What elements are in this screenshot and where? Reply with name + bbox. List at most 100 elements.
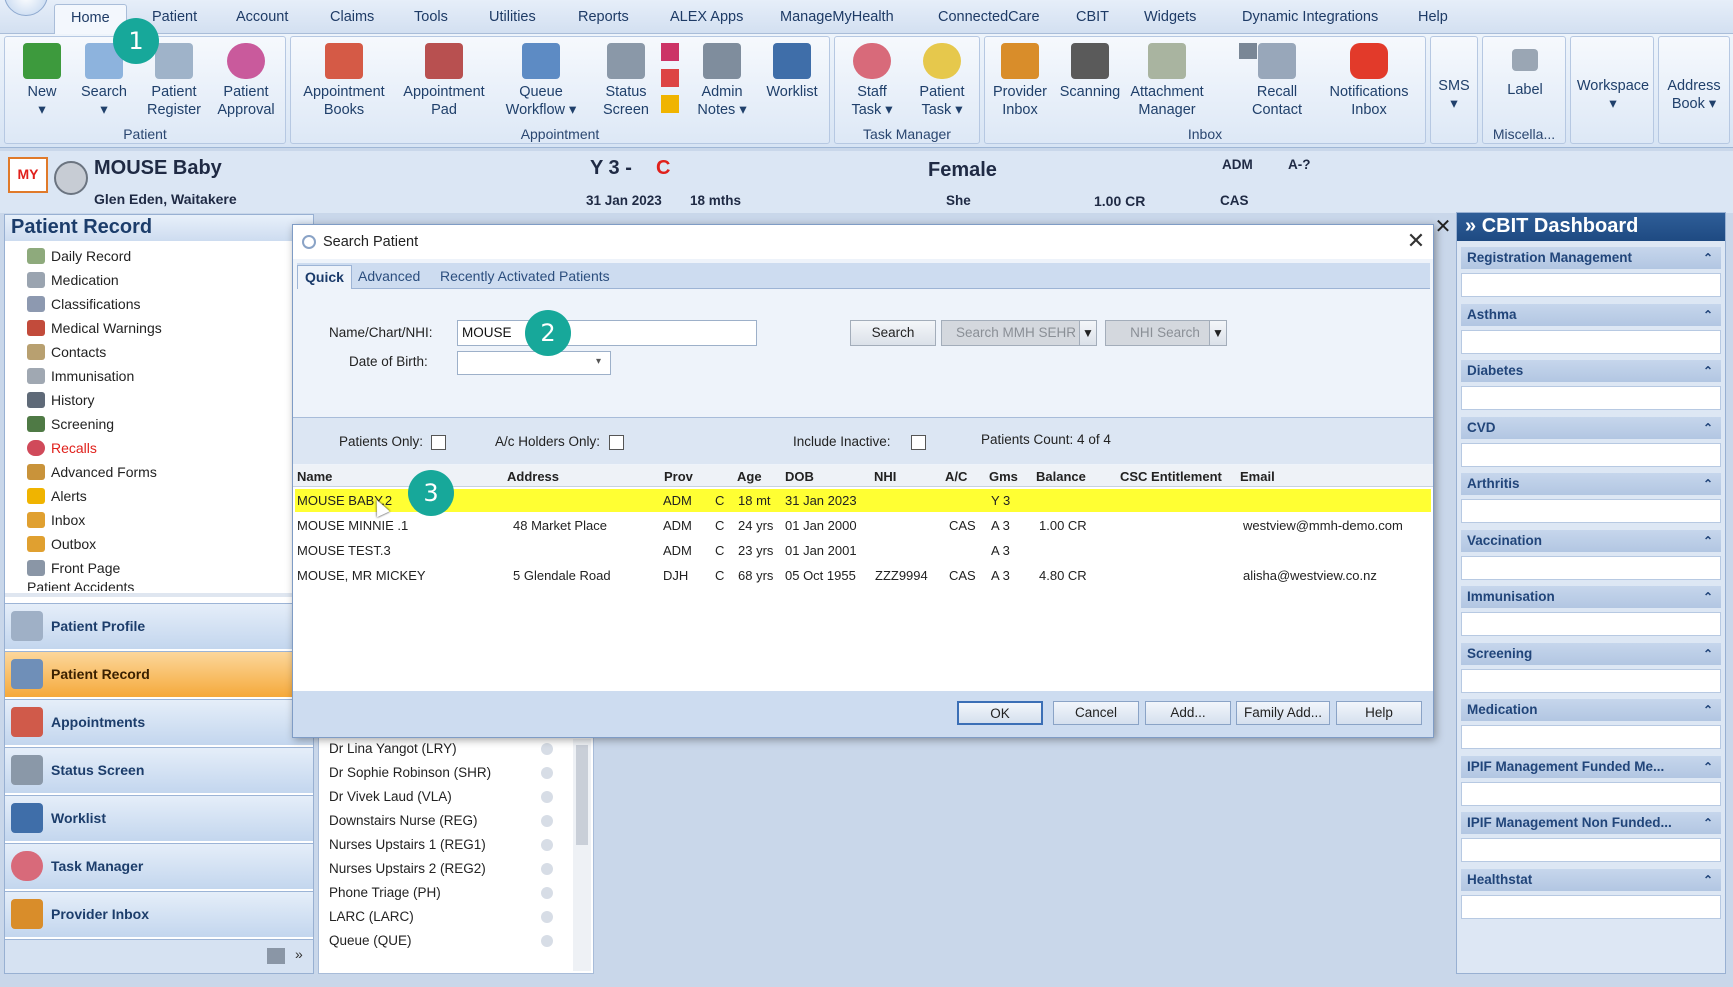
- menu-tab-claims[interactable]: Claims: [324, 4, 380, 34]
- list-item[interactable]: Nurses Upstairs 2 (REG2): [329, 857, 486, 881]
- new-button[interactable]: New ▾: [7, 41, 77, 125]
- row-toggle-icon[interactable]: [541, 791, 553, 803]
- ac-holders-only-checkbox[interactable]: [609, 435, 624, 450]
- small-grid-icon[interactable]: [661, 69, 679, 87]
- notifications-inbox-button[interactable]: Notifications Inbox: [1319, 41, 1419, 125]
- chevron-down-icon[interactable]: ▾: [596, 356, 601, 367]
- family-add-button[interactable]: Family Add...: [1236, 701, 1330, 725]
- collapse-chevron-icon[interactable]: ⌃: [1703, 360, 1713, 382]
- dialog-close-icon[interactable]: ✕: [1403, 229, 1429, 255]
- list-item[interactable]: Phone Triage (PH): [329, 881, 441, 905]
- add-button[interactable]: Add...: [1145, 701, 1231, 725]
- list-item[interactable]: Dr Sophie Robinson (SHR): [329, 761, 491, 785]
- dashboard-section-header[interactable]: Arthritis ⌃: [1461, 473, 1721, 495]
- dashboard-section-header[interactable]: IPIF Management Non Funded... ⌃: [1461, 812, 1721, 834]
- collapse-chevron-icon[interactable]: ⌃: [1703, 869, 1713, 891]
- patient-approval-button[interactable]: Patient Approval: [211, 41, 281, 125]
- dob-input[interactable]: ▾: [457, 351, 611, 375]
- dashboard-section-header[interactable]: Healthstat ⌃: [1461, 868, 1721, 891]
- row-toggle-icon[interactable]: [541, 839, 553, 851]
- table-row[interactable]: MOUSE BABY.2 ADM C 18 mt 31 Jan 2023 Y 3: [295, 489, 1431, 512]
- column-header-csc[interactable]: CSC Entitlement: [1120, 469, 1222, 484]
- cancel-button[interactable]: Cancel: [1053, 701, 1139, 725]
- menu-tab-managemyhealth[interactable]: ManageMyHealth: [774, 4, 900, 34]
- row-toggle-icon[interactable]: [541, 863, 553, 875]
- row-toggle-icon[interactable]: [541, 911, 553, 923]
- attachment-manager-button[interactable]: Attachment Manager: [1125, 41, 1209, 125]
- tree-item-screening[interactable]: Screening: [27, 413, 114, 435]
- worklist-button[interactable]: Worklist: [757, 41, 827, 125]
- ok-button[interactable]: OK: [957, 701, 1043, 725]
- name-chart-nhi-input[interactable]: MOUSE: [457, 320, 757, 346]
- list-item[interactable]: Dr Vivek Laud (VLA): [329, 785, 452, 809]
- tab-advanced[interactable]: Advanced: [351, 265, 427, 289]
- label-button[interactable]: Label: [1490, 41, 1560, 125]
- column-header-address[interactable]: Address: [507, 469, 559, 484]
- collapse-chevron-icon[interactable]: ⌃: [1703, 643, 1713, 665]
- small-calendar-icon[interactable]: [661, 43, 679, 61]
- nav-appointments[interactable]: Appointments: [5, 699, 313, 745]
- menu-tab-connectedcare[interactable]: ConnectedCare: [932, 4, 1046, 34]
- collapse-chevron-icon[interactable]: ⌃: [1703, 586, 1713, 608]
- column-header-nhi[interactable]: NHI: [874, 469, 896, 484]
- tree-item-immunisation[interactable]: Immunisation: [27, 365, 134, 387]
- list-scrollbar[interactable]: [573, 739, 591, 971]
- tab-recently-activated[interactable]: Recently Activated Patients: [433, 265, 617, 289]
- tree-item-contacts[interactable]: Contacts: [27, 341, 106, 363]
- tree-item-medical-warnings[interactable]: Medical Warnings: [27, 317, 162, 339]
- list-item[interactable]: Dr Lina Yangot (LRY): [329, 737, 457, 761]
- collapse-chevron-icon[interactable]: ⌃: [1703, 417, 1713, 439]
- status-screen-button[interactable]: Status Screen: [591, 41, 661, 125]
- list-item[interactable]: Downstairs Nurse (REG): [329, 809, 478, 833]
- menu-tab-account[interactable]: Account: [230, 4, 294, 34]
- menu-tab-widgets[interactable]: Widgets: [1138, 4, 1202, 34]
- collapse-chevron-icon[interactable]: ⌃: [1703, 304, 1713, 326]
- patients-only-checkbox[interactable]: [431, 435, 446, 450]
- nav-task-manager[interactable]: Task Manager: [5, 843, 313, 889]
- help-button[interactable]: Help: [1336, 701, 1422, 725]
- collapse-chevron-icon[interactable]: ⌃: [1703, 247, 1713, 269]
- panel-splitter[interactable]: [5, 593, 313, 597]
- scrollbar-thumb[interactable]: [576, 745, 588, 845]
- nav-status-screen[interactable]: Status Screen: [5, 747, 313, 793]
- tree-item-inbox[interactable]: Inbox: [27, 509, 85, 531]
- appointment-books-button[interactable]: Appointment Books: [299, 41, 389, 125]
- patient-photo-icon[interactable]: [54, 161, 88, 195]
- column-header-age[interactable]: Age: [737, 469, 762, 484]
- list-item[interactable]: Queue (QUE): [329, 929, 412, 953]
- warning-icon[interactable]: [661, 95, 679, 113]
- tree-item-recalls[interactable]: Recalls: [27, 437, 97, 459]
- dashboard-section-header[interactable]: Registration Management ⌃: [1461, 247, 1721, 269]
- menu-tab-help[interactable]: Help: [1412, 4, 1454, 34]
- tree-item-outbox[interactable]: Outbox: [27, 533, 96, 555]
- nav-provider-inbox[interactable]: Provider Inbox: [5, 891, 313, 937]
- menu-tab-dynamic-integrations[interactable]: Dynamic Integrations: [1236, 4, 1384, 34]
- search-button[interactable]: Search: [850, 320, 936, 346]
- configure-icon[interactable]: [267, 948, 285, 964]
- nhi-search-button[interactable]: NHI Search: [1105, 320, 1225, 346]
- sms-button[interactable]: SMS ▾: [1431, 77, 1477, 161]
- staff-task-button[interactable]: Staff Task ▾: [837, 41, 907, 125]
- nhi-dropdown-icon[interactable]: ▼: [1209, 320, 1227, 346]
- dashboard-section-header[interactable]: Diabetes ⌃: [1461, 360, 1721, 382]
- provider-inbox-button[interactable]: Provider Inbox: [985, 41, 1055, 125]
- column-header-dob[interactable]: DOB: [785, 469, 814, 484]
- row-toggle-icon[interactable]: [541, 887, 553, 899]
- column-header-prov[interactable]: Prov: [664, 469, 693, 484]
- row-toggle-icon[interactable]: [541, 815, 553, 827]
- close-icon[interactable]: ✕: [1432, 214, 1454, 238]
- dashboard-section-header[interactable]: CVD ⌃: [1461, 416, 1721, 439]
- address-book-button[interactable]: Address Book ▾: [1659, 77, 1729, 161]
- column-header-gms[interactable]: Gms: [989, 469, 1018, 484]
- tree-item-history[interactable]: History: [27, 389, 95, 411]
- collapse-chevron-icon[interactable]: ⌃: [1703, 699, 1713, 721]
- dashboard-section-header[interactable]: Screening ⌃: [1461, 642, 1721, 665]
- table-row[interactable]: MOUSE, MR MICKEY 5 Glendale Road DJH C 68 yr…: [295, 564, 1431, 587]
- dashboard-section-header[interactable]: Asthma ⌃: [1461, 303, 1721, 326]
- recall-contact-button[interactable]: Recall Contact: [1237, 41, 1317, 125]
- menu-tab-reports[interactable]: Reports: [572, 4, 635, 34]
- nav-patient-profile[interactable]: Patient Profile: [5, 603, 313, 649]
- nav-patient-record[interactable]: Patient Record: [5, 651, 313, 697]
- appointment-pad-button[interactable]: Appointment Pad: [399, 41, 489, 125]
- tree-item-classifications[interactable]: Classifications: [27, 293, 140, 315]
